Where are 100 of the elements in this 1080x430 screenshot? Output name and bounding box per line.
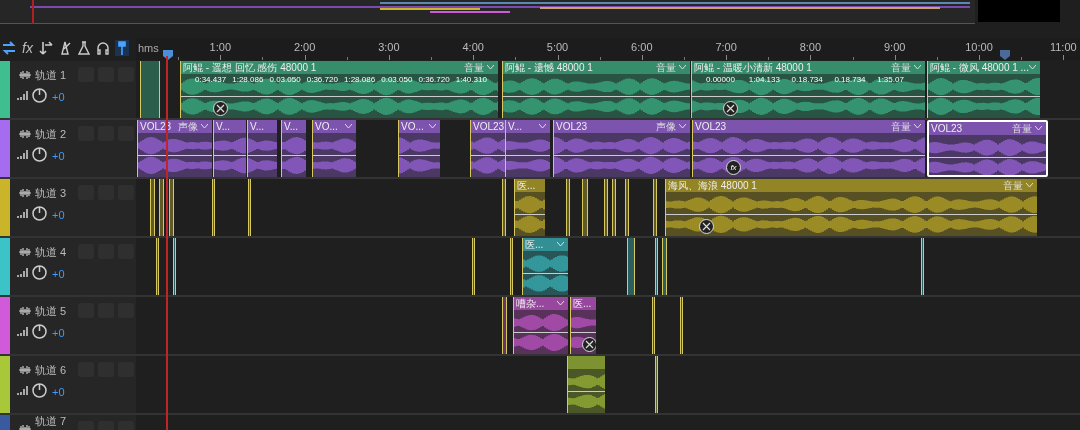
split-arrow-icon[interactable] xyxy=(38,41,53,55)
audio-clip[interactable]: 阿鲲 - 微风 48000 1 ... xyxy=(927,61,1040,118)
waveform-icon[interactable] xyxy=(18,70,32,80)
audio-clip[interactable]: 嘈杂... xyxy=(513,297,568,354)
clip-sliver[interactable] xyxy=(150,179,155,236)
volume-value[interactable]: +0 xyxy=(52,207,65,224)
chevron-down-icon[interactable] xyxy=(487,65,494,70)
clip-sliver[interactable] xyxy=(921,238,924,295)
pin-icon[interactable] xyxy=(114,40,129,56)
chevron-down-icon[interactable] xyxy=(1035,126,1042,131)
pan-knob-icon[interactable] xyxy=(32,88,47,103)
audio-clip[interactable]: 海风、海浪 48000 1 音量 xyxy=(665,179,1037,236)
clip-sliver[interactable] xyxy=(604,179,608,236)
audio-clip[interactable]: VOL23 声像 xyxy=(553,120,690,177)
clip-sliver[interactable] xyxy=(140,61,160,118)
pan-knob-icon[interactable] xyxy=(32,383,47,398)
clip-sliver[interactable] xyxy=(510,238,513,295)
waveform-icon[interactable] xyxy=(18,188,32,198)
clip-sliver[interactable] xyxy=(566,179,570,236)
audio-clip[interactable]: VO... xyxy=(312,120,356,177)
clip-sliver[interactable] xyxy=(502,179,506,236)
envelope-selector[interactable]: 音量 xyxy=(656,61,676,74)
audio-clip[interactable]: 阿鲲 - 遥想 回忆 感伤 48000 1 音量 0:34.437 1:28.086 0.03.050 0:36.720 1:28.086 0.03.050 0:36.720 1:40.310 xyxy=(180,61,498,118)
waveform-icon[interactable] xyxy=(18,306,32,316)
envelope-selector[interactable]: 音量 xyxy=(1003,179,1023,192)
clip-sliver[interactable] xyxy=(627,238,635,295)
audio-clip[interactable]: 医... xyxy=(514,179,545,236)
pan-knob-icon[interactable] xyxy=(32,265,47,280)
chevron-down-icon[interactable] xyxy=(429,124,436,129)
clip-sliver[interactable] xyxy=(625,179,629,236)
headphones-icon[interactable] xyxy=(95,41,110,55)
audio-clip[interactable]: V... xyxy=(213,120,246,177)
playhead-marker-icon[interactable] xyxy=(163,50,173,60)
track-name[interactable]: 轨道 6 xyxy=(35,362,67,379)
envelope-selector[interactable]: 声像 xyxy=(656,120,676,133)
volume-meter-icon[interactable] xyxy=(16,149,29,160)
clip-sliver[interactable] xyxy=(472,238,475,295)
pan-knob-icon[interactable] xyxy=(32,324,47,339)
audio-clip[interactable]: V... xyxy=(281,120,306,177)
audio-clip[interactable]: 医... xyxy=(570,297,596,354)
audio-clip[interactable]: VOL23 音量 fx xyxy=(692,120,925,177)
clip-sliver[interactable] xyxy=(502,297,507,354)
waveform-icon[interactable] xyxy=(18,365,32,375)
fade-icon[interactable] xyxy=(213,101,228,116)
volume-value[interactable]: +0 xyxy=(52,266,65,283)
track-name[interactable]: 轨道 1 xyxy=(35,67,67,84)
clip-sliver[interactable] xyxy=(173,238,176,295)
audio-clip[interactable]: VO... xyxy=(398,120,440,177)
waveform-icon[interactable] xyxy=(18,129,32,139)
clip-sliver[interactable] xyxy=(212,179,215,236)
clip-sliver[interactable] xyxy=(159,179,164,236)
clip-sliver[interactable] xyxy=(156,238,159,295)
chevron-down-icon[interactable] xyxy=(914,124,921,129)
volume-meter-icon[interactable] xyxy=(16,326,29,337)
envelope-selector[interactable]: 音量 xyxy=(1012,122,1032,135)
pan-knob-icon[interactable] xyxy=(32,147,47,162)
chevron-down-icon[interactable] xyxy=(557,301,564,306)
track-name[interactable]: 轨道 3 xyxy=(35,185,67,202)
track-name[interactable]: 轨道 7 xyxy=(35,416,67,427)
chevron-down-icon[interactable] xyxy=(914,65,921,70)
chevron-down-icon[interactable] xyxy=(557,242,564,247)
audio-clip[interactable]: VOL23 xyxy=(470,120,505,177)
swap-arrows-icon[interactable] xyxy=(2,41,16,55)
waveform-icon[interactable] xyxy=(18,247,32,257)
track-name[interactable]: 轨道 5 xyxy=(35,303,67,320)
envelope-selector[interactable]: 音量 xyxy=(891,61,911,74)
clip-sliver[interactable] xyxy=(655,238,658,295)
chevron-down-icon[interactable] xyxy=(679,65,686,70)
clip-sliver[interactable] xyxy=(655,356,658,413)
audio-clip[interactable]: V... xyxy=(505,120,550,177)
clip-sliver[interactable] xyxy=(248,179,251,236)
chevron-down-icon[interactable] xyxy=(679,124,686,129)
effects-button[interactable]: fx xyxy=(21,41,34,55)
clip-sliver[interactable] xyxy=(680,297,683,354)
audio-clip[interactable]: 阿鲲 - 遗憾 48000 1 音量 xyxy=(502,61,690,118)
pan-knob-icon[interactable] xyxy=(32,206,47,221)
volume-meter-icon[interactable] xyxy=(16,385,29,396)
clip-sliver[interactable] xyxy=(662,238,667,295)
chevron-down-icon[interactable] xyxy=(1029,65,1036,70)
chevron-down-icon[interactable] xyxy=(345,124,352,129)
envelope-selector[interactable]: 声像 xyxy=(178,120,198,133)
chevron-down-icon[interactable] xyxy=(1026,183,1033,188)
volume-meter-icon[interactable] xyxy=(16,267,29,278)
clip-sliver[interactable] xyxy=(652,297,655,354)
envelope-selector[interactable]: 音量 xyxy=(464,61,484,74)
volume-value[interactable]: +0 xyxy=(52,384,65,401)
volume-meter-icon[interactable] xyxy=(16,90,29,101)
track-name[interactable]: 轨道 2 xyxy=(35,126,67,143)
clip-sliver[interactable] xyxy=(169,179,174,236)
volume-meter-icon[interactable] xyxy=(16,208,29,219)
chevron-down-icon[interactable] xyxy=(201,124,208,129)
chevron-down-icon[interactable] xyxy=(539,124,546,129)
audio-clip[interactable] xyxy=(567,356,605,413)
envelope-selector[interactable]: 音量 xyxy=(891,120,911,133)
overview-bar[interactable] xyxy=(0,0,975,24)
volume-value[interactable]: +0 xyxy=(52,89,65,106)
audio-clip[interactable]: VOL23 音量 xyxy=(927,120,1048,177)
track-name[interactable]: 轨道 4 xyxy=(35,244,67,261)
clip-sliver[interactable] xyxy=(612,179,616,236)
clip-sliver[interactable] xyxy=(582,179,588,236)
